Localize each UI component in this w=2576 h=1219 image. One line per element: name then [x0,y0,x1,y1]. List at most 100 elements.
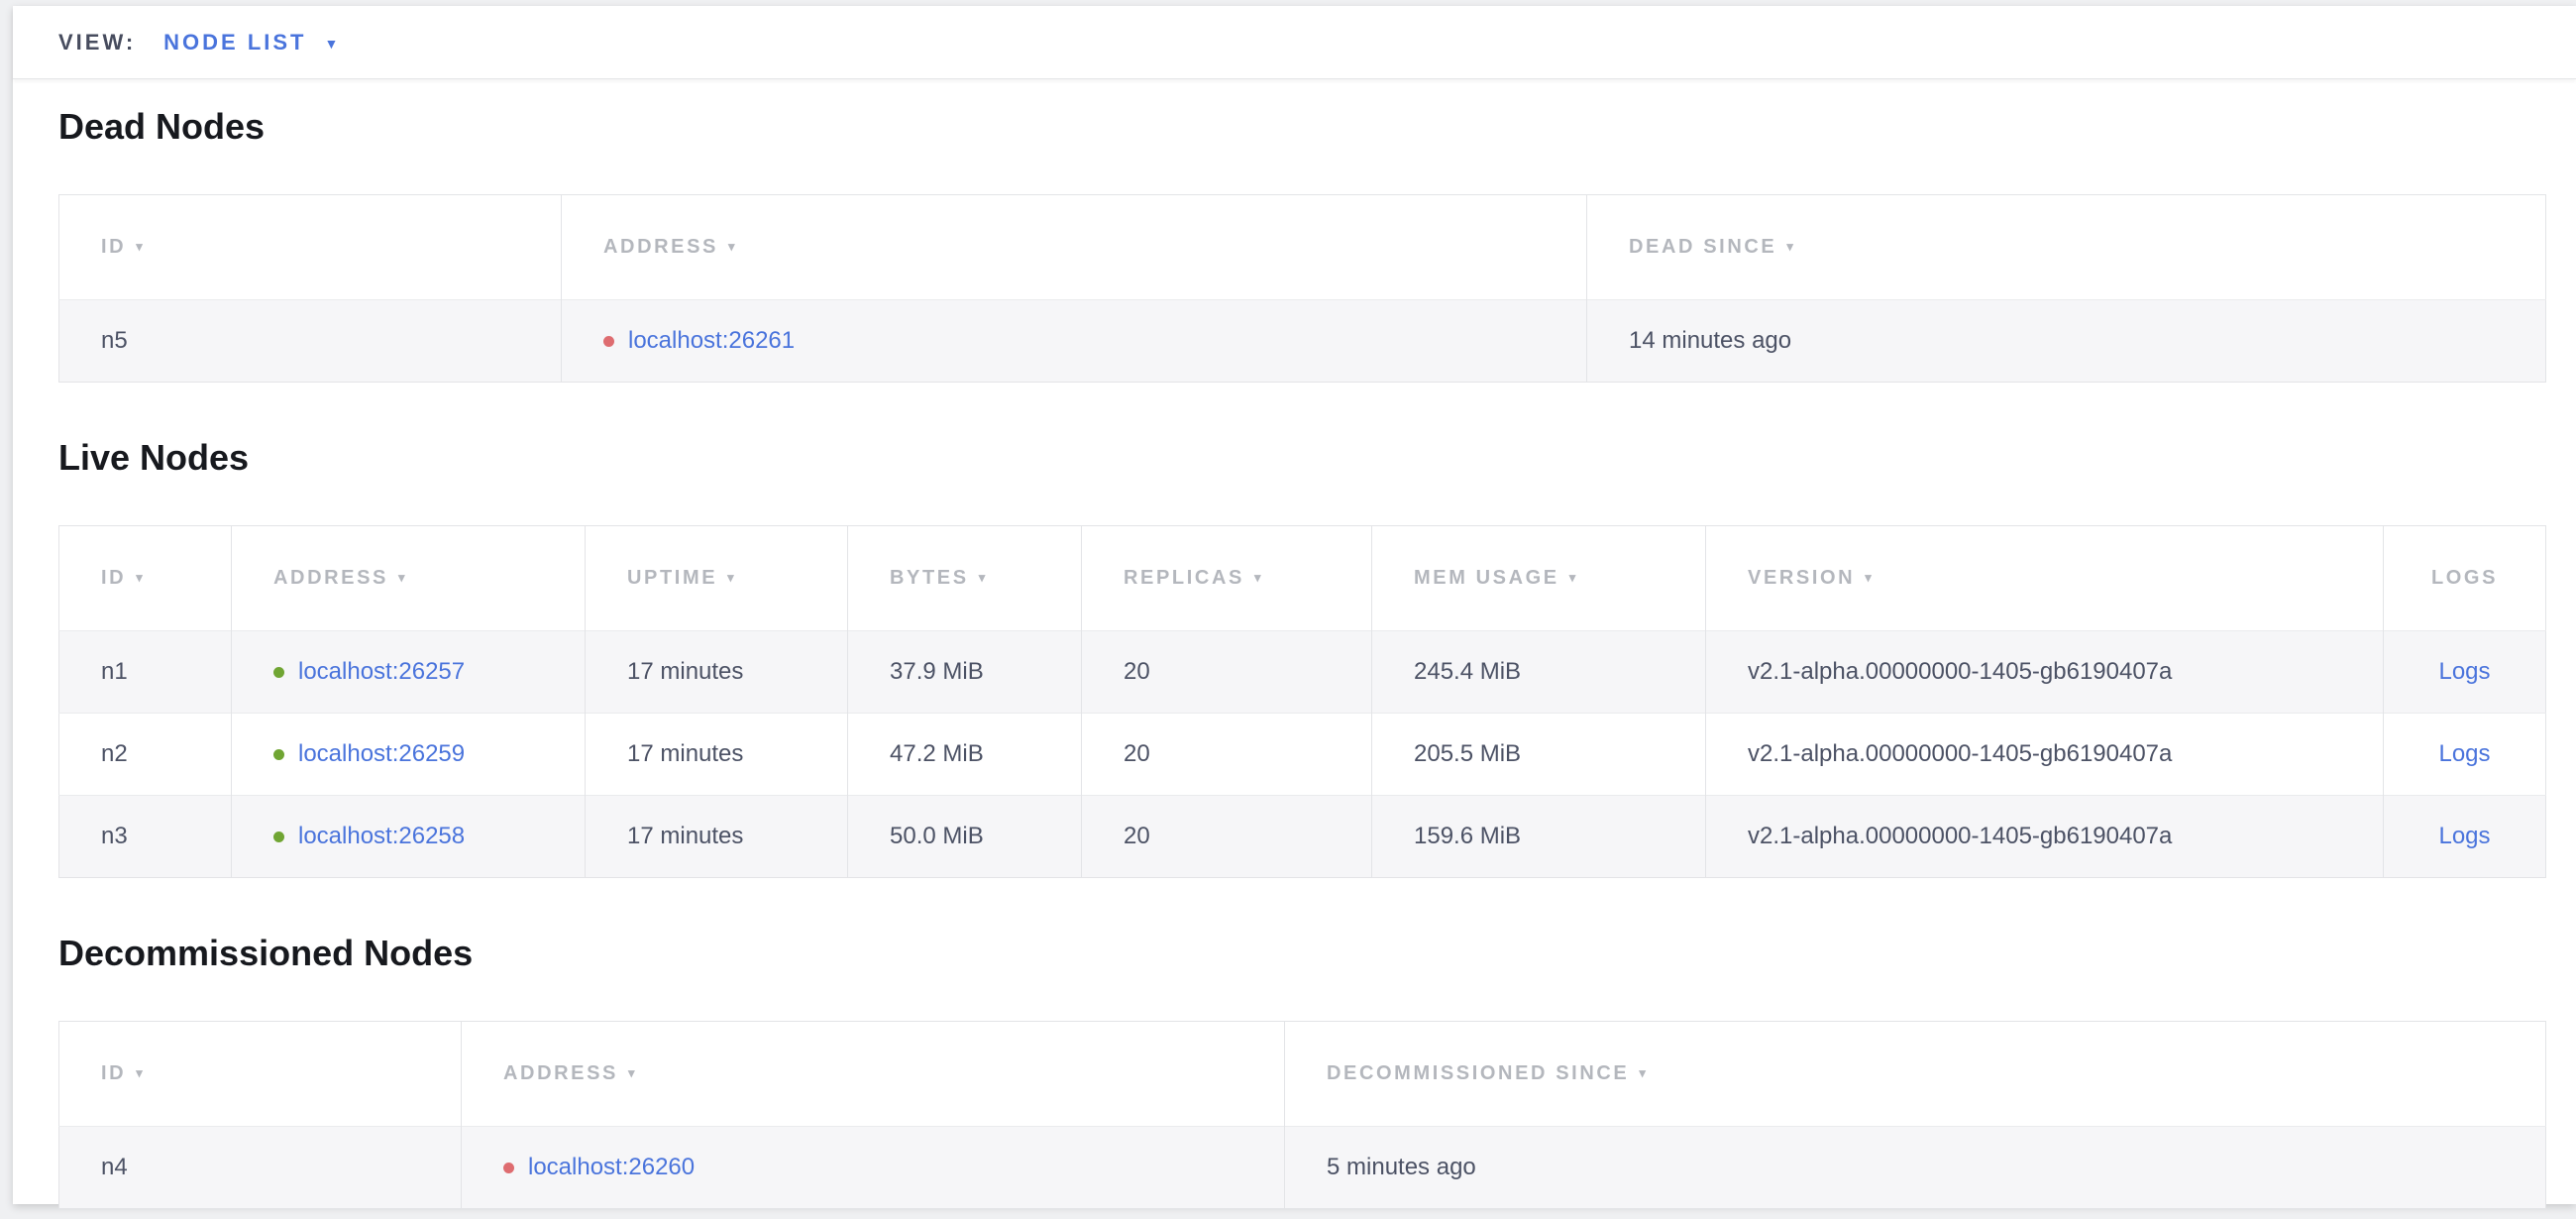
decommissioned-since-cell: 5 minutes ago [1285,1127,2546,1209]
table-header-row: ID ▾ ADDRESS ▾ DECOMMISSIONED SINCE▾ [59,1022,2546,1127]
logs-cell: Logs [2384,796,2546,878]
node-id-cell: n2 [59,714,232,796]
version-cell: v2.1-alpha.00000000-1405-gb6190407a [1706,796,2384,878]
table-row: n5 localhost:26261 14 minutes ago [59,300,2546,383]
node-address-cell: localhost:26257 [232,631,586,714]
column-header-label: ADDRESS [503,1062,618,1084]
sort-caret-icon: ▾ [1865,570,1874,585]
column-header-address[interactable]: ADDRESS ▾ [232,526,586,631]
column-header-id[interactable]: ID▾ [59,526,232,631]
view-dropdown[interactable]: NODE LIST ▼ [163,30,338,55]
uptime-value: 17 minutes [627,658,743,685]
node-address-link[interactable]: localhost:26257 [298,658,465,686]
node-list-page: VIEW: NODE LIST ▼ Dead Nodes ID▾ ADDRESS… [13,6,2576,1204]
bytes-value: 37.9 MiB [890,658,984,685]
node-id-cell: n4 [59,1127,462,1209]
column-header-id[interactable]: ID ▾ [59,1022,462,1127]
dead-since-cell: 14 minutes ago [1587,300,2546,383]
view-dropdown-value[interactable]: NODE LIST [163,30,306,55]
view-toolbar: VIEW: NODE LIST ▼ [13,6,2576,79]
column-header-address[interactable]: ADDRESS ▾ [562,195,1587,300]
column-header-label: ID [101,1062,126,1084]
column-header-label: REPLICAS [1124,567,1244,589]
column-header-mem-usage[interactable]: MEM USAGE▾ [1372,526,1706,631]
node-id: n1 [101,658,128,685]
mem-usage-cell: 205.5 MiB [1372,714,1706,796]
replicas-value: 20 [1124,740,1150,767]
column-header-label: VERSION [1748,567,1855,589]
mem-usage-cell: 245.4 MiB [1372,631,1706,714]
column-header-bytes[interactable]: BYTES▾ [848,526,1082,631]
node-address-link[interactable]: localhost:26261 [628,327,795,355]
logs-link[interactable]: Logs [2438,658,2490,685]
sort-caret-icon: ▾ [1786,239,1795,254]
sort-caret-icon: ▾ [728,239,737,254]
table-row: n3 localhost:26258 17 minutes 50.0 MiB 2… [59,796,2546,878]
column-header-label: DECOMMISSIONED SINCE [1327,1062,1629,1084]
logs-link[interactable]: Logs [2438,823,2490,849]
bytes-cell: 37.9 MiB [848,631,1082,714]
dead-nodes-table: ID▾ ADDRESS ▾ DEAD SINCE▾ n5 [58,194,2546,383]
node-address-link[interactable]: localhost:26258 [298,823,465,850]
live-nodes-table: ID▾ ADDRESS ▾ UPTIME ▾ BYTES▾ REPLICAS ▾ [58,525,2546,878]
table-header-row: ID▾ ADDRESS ▾ DEAD SINCE▾ [59,195,2546,300]
version-cell: v2.1-alpha.00000000-1405-gb6190407a [1706,631,2384,714]
live-status-dot-icon [273,749,284,760]
column-header-replicas[interactable]: REPLICAS ▾ [1082,526,1372,631]
replicas-cell: 20 [1082,714,1372,796]
sort-caret-icon: ▾ [1569,570,1578,585]
logs-cell: Logs [2384,714,2546,796]
column-header-dead-since[interactable]: DEAD SINCE▾ [1587,195,2546,300]
node-address-link[interactable]: localhost:26259 [298,740,465,768]
version-value: v2.1-alpha.00000000-1405-gb6190407a [1748,823,2172,849]
node-id: n4 [101,1154,128,1180]
node-address-cell: localhost:26259 [232,714,586,796]
mem-usage-value: 245.4 MiB [1414,658,1521,685]
sort-caret-icon: ▾ [1254,570,1263,585]
table-row: n4 localhost:26260 5 minutes ago [59,1127,2546,1209]
page-content: Dead Nodes ID▾ ADDRESS▾ DEAD SINCE▾ [13,105,2576,1209]
live-status-dot-icon [273,831,284,842]
sort-caret-icon: ▾ [398,570,407,585]
decommissioned-status-dot-icon [503,1163,514,1173]
uptime-cell: 17 minutes [586,631,848,714]
column-header-address[interactable]: ADDRESS ▾ [462,1022,1285,1127]
column-header-uptime[interactable]: UPTIME ▾ [586,526,848,631]
node-id-cell: n3 [59,796,232,878]
replicas-value: 20 [1124,823,1150,849]
node-address-cell: localhost:26260 [462,1127,1285,1209]
live-nodes-heading: Live Nodes [58,436,2546,480]
column-header-label: LOGS [2431,567,2498,589]
sort-caret-icon: ▾ [727,570,736,585]
logs-link[interactable]: Logs [2438,740,2490,767]
mem-usage-cell: 159.6 MiB [1372,796,1706,878]
table-row: n2 localhost:26259 17 minutes 47.2 MiB 2… [59,714,2546,796]
dead-nodes-heading: Dead Nodes [58,105,2546,149]
column-header-version[interactable]: VERSION ▾ [1706,526,2384,631]
version-value: v2.1-alpha.00000000-1405-gb6190407a [1748,658,2172,685]
sort-caret-icon: ▾ [628,1065,637,1080]
replicas-cell: 20 [1082,796,1372,878]
uptime-cell: 17 minutes [586,796,848,878]
logs-cell: Logs [2384,631,2546,714]
bytes-value: 47.2 MiB [890,740,984,767]
version-cell: v2.1-alpha.00000000-1405-gb6190407a [1706,714,2384,796]
uptime-value: 17 minutes [627,823,743,849]
column-header-id[interactable]: ID▾ [59,195,562,300]
mem-usage-value: 205.5 MiB [1414,740,1521,767]
replicas-value: 20 [1124,658,1150,685]
decommissioned-since-value: 5 minutes ago [1327,1154,1476,1180]
column-header-label: ADDRESS [273,567,388,589]
bytes-value: 50.0 MiB [890,823,984,849]
node-address-link[interactable]: localhost:26260 [528,1154,695,1181]
column-header-label: UPTIME [627,567,717,589]
node-id: n5 [101,327,128,354]
dropdown-caret-icon[interactable]: ▼ [325,36,339,52]
decommissioned-nodes-table: ID ▾ ADDRESS ▾ DECOMMISSIONED SINCE▾ n4 [58,1021,2546,1209]
column-header-label: ADDRESS [603,236,718,258]
view-label: VIEW: [58,30,136,55]
sort-caret-icon: ▾ [136,1065,145,1080]
sort-caret-icon: ▾ [136,570,145,585]
column-header-decommissioned-since[interactable]: DECOMMISSIONED SINCE▾ [1285,1022,2546,1127]
mem-usage-value: 159.6 MiB [1414,823,1521,849]
